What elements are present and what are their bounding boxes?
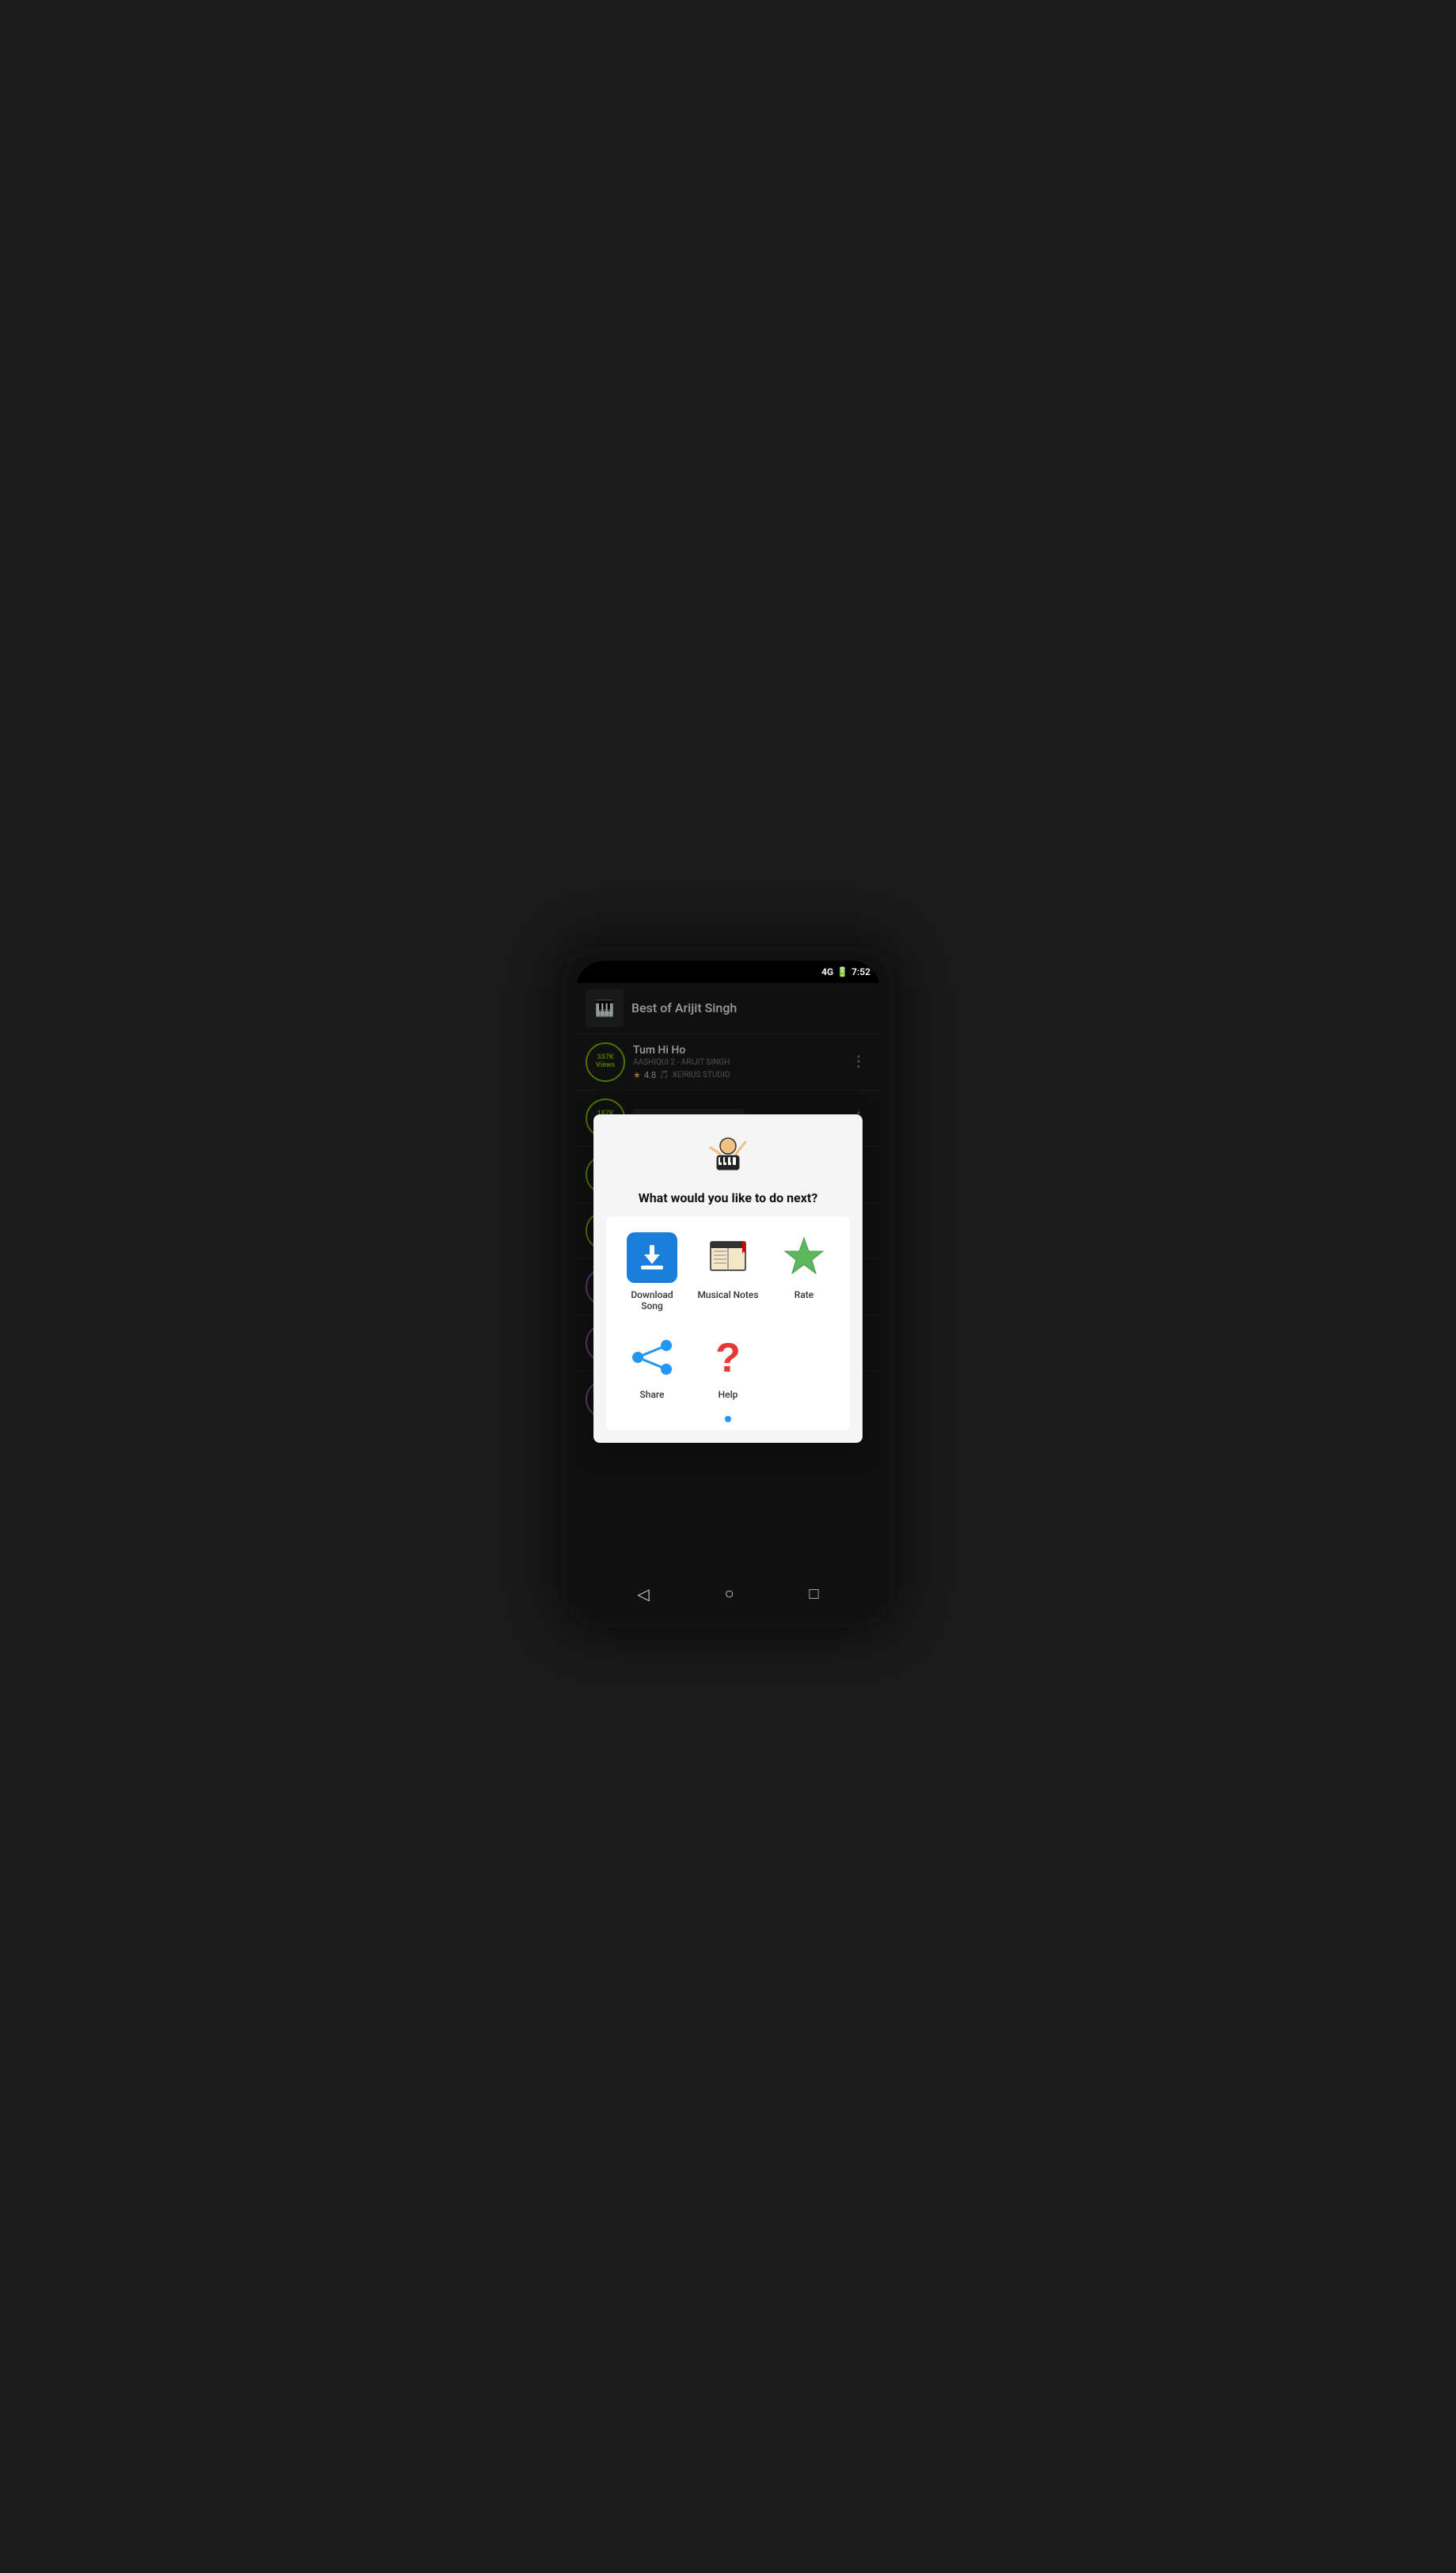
rate-icon [779,1232,829,1283]
share-icon [627,1332,677,1383]
phone-frame: 4G 🔋 7:52 🎹 Best of Arijit Singh 337K Vi… [562,947,894,1627]
back-button[interactable]: ◁ [631,1578,655,1610]
download-icon-bg [627,1232,677,1283]
download-option[interactable]: Download Song [616,1224,688,1319]
nav-bar: ◁ ○ □ [576,1575,880,1613]
active-dot [725,1416,731,1422]
phone-screen: 4G 🔋 7:52 🎹 Best of Arijit Singh 337K Vi… [576,961,880,1613]
status-bar: 4G 🔋 7:52 [576,961,880,983]
dialog-row-2: Share ? Help [614,1324,842,1408]
time-display: 7:52 [851,966,870,977]
battery-icon: 🔋 [836,966,848,977]
share-label: Share [640,1389,665,1400]
download-icon [627,1232,677,1283]
help-label: Help [719,1389,738,1400]
page-indicator [614,1416,842,1422]
recent-button[interactable]: □ [802,1577,825,1610]
rate-option[interactable]: Rate [768,1224,840,1319]
dialog-title: What would you like to do next? [606,1190,850,1205]
svg-text:?: ? [715,1335,741,1381]
home-button[interactable]: ○ [719,1577,741,1610]
help-option[interactable]: ? Help [692,1324,764,1408]
dialog-overlay: What would you like to do next? [576,983,880,1575]
musical-notes-label: Musical Notes [697,1289,758,1300]
dialog-mascot [606,1130,850,1181]
rate-label: Rate [794,1289,813,1300]
status-bar-right: 4G 🔋 7:52 [821,966,870,977]
signal-icon: 4G [821,966,833,977]
download-label: Download Song [621,1289,683,1311]
action-dialog: What would you like to do next? [593,1114,863,1443]
share-option[interactable]: Share [616,1324,688,1408]
musical-notes-option[interactable]: Musical Notes [692,1224,764,1319]
musical-notes-icon [703,1232,753,1283]
dialog-row-1: Download Song [614,1224,842,1319]
dialog-options: Download Song [606,1216,850,1430]
app-screen: 🎹 Best of Arijit Singh 337K Views Tum Hi… [576,983,880,1575]
help-icon: ? [703,1332,753,1383]
